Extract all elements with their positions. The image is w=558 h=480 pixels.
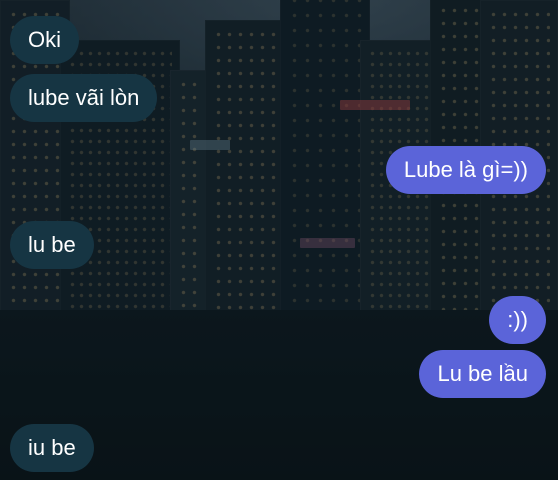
sent-message-bubble[interactable]: Lube là gì=)) (385, 146, 546, 194)
received-message-bubble[interactable]: lube vãi lòn (10, 74, 158, 122)
sent-message-bubble[interactable]: Lu be lầu (419, 350, 546, 398)
sent-message-bubble[interactable]: :)) (489, 296, 546, 344)
received-message-bubble[interactable]: lu be (10, 221, 94, 269)
received-message-bubble[interactable]: iu be (10, 424, 94, 472)
received-message-bubble[interactable]: Oki (10, 16, 79, 64)
